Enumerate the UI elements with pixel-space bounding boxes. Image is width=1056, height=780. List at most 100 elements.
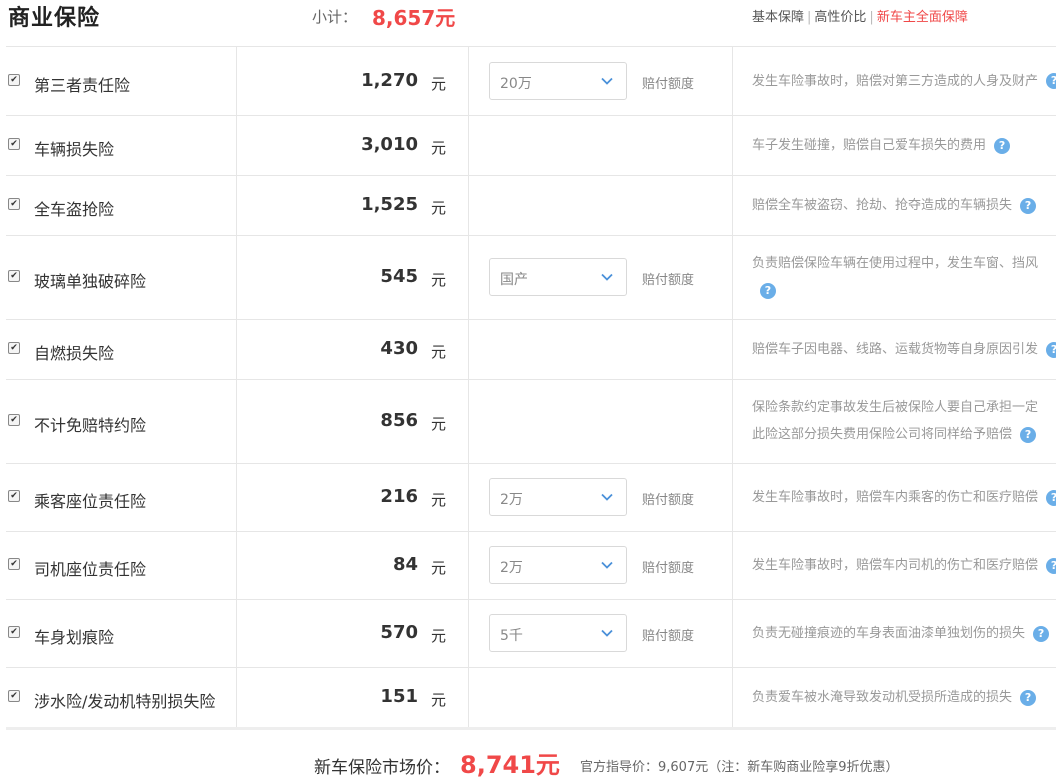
insurance-description: 发生车险事故时，赔偿车内司机的伤亡和医疗赔偿? bbox=[752, 552, 1056, 579]
column-divider bbox=[468, 380, 469, 463]
insurance-description: 负责爱车被水淹导致发动机受损所造成的损失? bbox=[752, 684, 1056, 711]
insurance-price: 545 bbox=[380, 266, 418, 287]
checkbox-icon[interactable]: ✔ bbox=[8, 270, 20, 282]
insurance-price: 570 bbox=[380, 622, 418, 643]
plan-separator: | bbox=[869, 10, 874, 25]
question-icon[interactable]: ? bbox=[760, 282, 776, 299]
chevron-down-icon bbox=[600, 557, 614, 571]
description-text: 负责无碰撞痕迹的车身表面油漆单独划伤的损失 bbox=[752, 626, 1026, 641]
column-divider bbox=[236, 464, 237, 531]
checkbox-icon[interactable]: ✔ bbox=[8, 558, 20, 570]
question-icon[interactable]: ? bbox=[1046, 341, 1056, 358]
coverage-select[interactable]: 5千 bbox=[489, 614, 627, 652]
column-divider bbox=[236, 532, 237, 599]
market-price-label: 新车保险市场价： bbox=[314, 758, 450, 778]
checkbox-icon[interactable]: ✔ bbox=[8, 490, 20, 502]
checkbox-icon[interactable]: ✔ bbox=[8, 73, 20, 86]
description-line: 负责爱车被水淹导致发动机受损所造成的损失? bbox=[752, 684, 1056, 711]
insurance-name: 车辆损失险 bbox=[34, 140, 115, 159]
insurance-description: 负责无碰撞痕迹的车身表面油漆单独划伤的损失? bbox=[752, 620, 1056, 647]
insurance-description: 发生车险事故时，赔偿车内乘客的伤亡和医疗赔偿? bbox=[752, 484, 1056, 511]
price-unit: 元 bbox=[431, 199, 447, 217]
column-divider bbox=[732, 464, 733, 531]
checkbox-icon[interactable]: ✔ bbox=[8, 414, 20, 426]
insurance-price: 1,525 bbox=[361, 194, 418, 215]
description-line: 发生车险事故时，赔偿车内司机的伤亡和医疗赔偿? bbox=[752, 552, 1056, 579]
column-divider bbox=[732, 600, 733, 667]
amount-label: 赔付额度 bbox=[642, 273, 695, 288]
question-icon[interactable]: ? bbox=[1046, 73, 1056, 89]
description-line: 发生车险事故时，赔偿对第三方造成的人身及财产? bbox=[752, 68, 1056, 95]
checkbox-icon[interactable]: ✔ bbox=[8, 626, 20, 638]
insurance-price: 84 bbox=[392, 554, 418, 575]
insurance-name: 涉水险/发动机特别损失险 bbox=[34, 692, 216, 711]
insurance-name: 不计免赔特约险 bbox=[34, 416, 147, 435]
question-icon[interactable]: ? bbox=[1020, 426, 1037, 443]
description-line: 发生车险事故时，赔偿车内乘客的伤亡和医疗赔偿? bbox=[752, 484, 1056, 511]
column-divider bbox=[236, 320, 237, 379]
plan-option[interactable]: 基本保障 bbox=[752, 10, 804, 25]
insurance-description: 负责赔偿保险车辆在使用过程中，发生车窗、挡风? bbox=[752, 250, 1056, 304]
insurance-row: ✔ 不计免赔特约险 856 元 保险条款约定事故发生后被保险人要自己承担一定 此险这部分损… bbox=[6, 380, 1056, 464]
column-divider bbox=[236, 236, 237, 319]
column-divider bbox=[468, 116, 469, 175]
insurance-row: ✔ 乘客座位责任险 216 元 2万 赔付额度 发生车险事故时，赔偿车内乘客的伤亡和医疗赔偿… bbox=[6, 464, 1056, 532]
column-divider bbox=[468, 236, 469, 319]
chevron-down-icon bbox=[600, 489, 614, 503]
plan-selector: 基本保障 | 高性价比 | 新车主全面保障 bbox=[752, 6, 968, 25]
insurance-description: 赔偿车子因电器、线路、运载货物等自身原因引发? bbox=[752, 336, 1056, 363]
price-unit: 元 bbox=[431, 627, 447, 645]
column-divider bbox=[236, 47, 237, 115]
column-divider bbox=[732, 236, 733, 319]
price-unit: 元 bbox=[431, 491, 447, 509]
coverage-select[interactable]: 2万 bbox=[489, 546, 627, 584]
plan-option[interactable]: 高性价比 bbox=[814, 10, 866, 25]
coverage-select[interactable]: 20万 bbox=[489, 61, 627, 100]
plan-option[interactable]: 新车主全面保障 bbox=[877, 10, 968, 25]
price-unit: 元 bbox=[431, 691, 447, 709]
coverage-select[interactable]: 2万 bbox=[489, 478, 627, 516]
checkbox-icon[interactable]: ✔ bbox=[8, 198, 20, 210]
question-icon[interactable]: ? bbox=[1020, 689, 1037, 706]
description-text: 赔偿全车被盗窃、抢劫、抢夺造成的车辆损失 bbox=[752, 198, 1013, 213]
insurance-name: 乘客座位责任险 bbox=[34, 492, 147, 511]
insurance-name: 车身划痕险 bbox=[34, 628, 115, 647]
chevron-down-icon bbox=[600, 625, 614, 639]
insurance-name: 自燃损失险 bbox=[34, 344, 115, 363]
insurance-row: ✔ 自燃损失险 430 元 赔偿车子因电器、线路、运载货物等自身原因引发? bbox=[6, 320, 1056, 380]
column-divider bbox=[236, 116, 237, 175]
footer: 新车保险市场价： 8,741元 官方指导价：9,607元（注：新车购商业险享9折… bbox=[0, 740, 1056, 779]
column-divider bbox=[236, 600, 237, 667]
coverage-select-value: 2万 bbox=[500, 492, 523, 508]
price-unit: 元 bbox=[431, 559, 447, 577]
column-divider bbox=[732, 320, 733, 379]
column-divider bbox=[732, 532, 733, 599]
description-text: 此险这部分损失费用保险公司将同样给予赔偿 bbox=[752, 427, 1013, 442]
question-icon[interactable]: ? bbox=[1046, 557, 1056, 574]
footer-divider bbox=[6, 727, 1056, 730]
insurance-row: ✔ 第三者责任险 1,270 元 20万 赔付额度 发生车险事故时，赔偿对第三方造成的人身及… bbox=[6, 47, 1056, 116]
price-unit: 元 bbox=[431, 74, 447, 93]
question-icon[interactable]: ? bbox=[994, 137, 1011, 154]
insurance-description: 发生车险事故时，赔偿对第三方造成的人身及财产? bbox=[752, 68, 1056, 95]
checkbox-icon[interactable]: ✔ bbox=[8, 690, 20, 702]
question-icon[interactable]: ? bbox=[1033, 625, 1050, 642]
insurance-name: 玻璃单独破碎险 bbox=[34, 272, 147, 291]
amount-label: 赔付额度 bbox=[642, 561, 695, 576]
price-unit: 元 bbox=[431, 415, 447, 433]
checkbox-icon[interactable]: ✔ bbox=[8, 138, 20, 150]
coverage-select-value: 20万 bbox=[500, 75, 532, 92]
amount-label: 赔付额度 bbox=[642, 76, 695, 92]
question-icon[interactable]: ? bbox=[1046, 489, 1056, 506]
question-icon[interactable]: ? bbox=[1020, 197, 1037, 214]
description-text: 赔偿车子因电器、线路、运载货物等自身原因引发 bbox=[752, 342, 1039, 357]
column-divider bbox=[468, 47, 469, 115]
checkbox-icon[interactable]: ✔ bbox=[8, 342, 20, 354]
column-divider bbox=[468, 464, 469, 531]
subtotal-value: 8,657元 bbox=[372, 6, 456, 30]
description-text: 发生车险事故时，赔偿车内乘客的伤亡和医疗赔偿 bbox=[752, 490, 1039, 505]
column-divider bbox=[732, 380, 733, 463]
coverage-select[interactable]: 国产 bbox=[489, 258, 627, 296]
description-line: 车子发生碰撞，赔偿自己爱车损失的费用? bbox=[752, 132, 1056, 159]
amount-label: 赔付额度 bbox=[642, 629, 695, 644]
